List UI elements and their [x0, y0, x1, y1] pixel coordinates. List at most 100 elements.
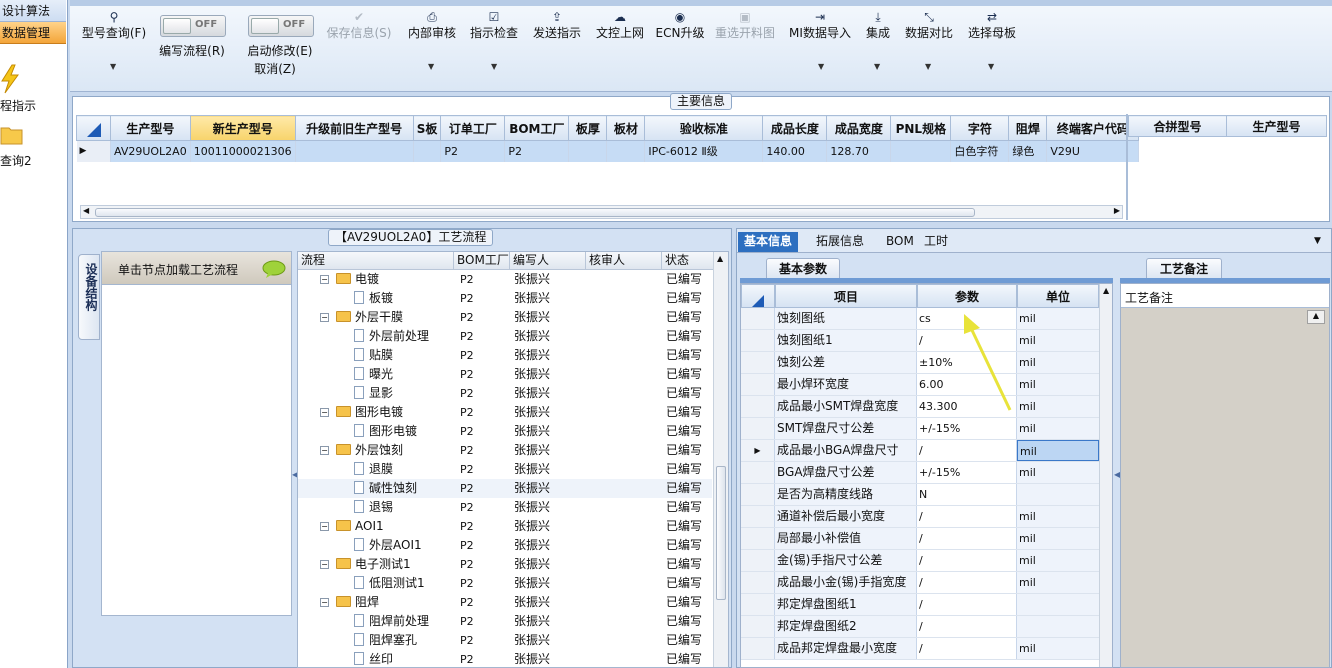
tab-bom[interactable]: BOM — [880, 232, 920, 252]
send-instruction-button[interactable]: ⇪ 发送指示 — [530, 10, 584, 41]
table-cell[interactable] — [568, 140, 608, 162]
table-row[interactable]: 成品最小金(锡)手指宽度 / mil — [741, 572, 1101, 594]
tree-node[interactable]: 图形电镀 — [354, 422, 417, 441]
collapse-toggle[interactable]: − — [320, 560, 329, 569]
param-unit[interactable]: mil — [1017, 418, 1099, 439]
scroll-thumb[interactable] — [716, 466, 726, 600]
chevron-down-icon[interactable]: ▼ — [491, 62, 497, 71]
param-unit[interactable]: mil — [1017, 396, 1099, 417]
row-selector[interactable] — [741, 352, 775, 373]
list-item[interactable]: 退锡 P2 张振兴 已编写 — [298, 498, 712, 517]
table-cell[interactable]: IPC-6012 Ⅱ级 — [644, 140, 764, 162]
memo-scrollbar[interactable]: ▲ — [1307, 310, 1325, 324]
param-value[interactable]: +/-15% — [917, 418, 1017, 439]
col-header[interactable]: 升级前旧生产型号 — [294, 115, 414, 141]
param-value[interactable]: / — [917, 572, 1017, 593]
col-header[interactable]: 流程 — [298, 252, 454, 270]
tree-node[interactable]: 外层前处理 — [354, 327, 429, 346]
row-selector[interactable] — [741, 572, 775, 593]
row-selector[interactable] — [741, 374, 775, 395]
table-row[interactable]: 成品邦定焊盘最小宽度 / mil — [741, 638, 1101, 660]
list-item[interactable]: − 图形电镀 P2 张振兴 已编写 — [298, 403, 712, 422]
edit-flow-toggle[interactable]: OFF — [160, 15, 226, 37]
select-mother-board-button[interactable]: ⇄ 选择母板 — [964, 10, 1020, 41]
param-value[interactable]: N — [917, 484, 1017, 505]
param-value[interactable]: / — [917, 506, 1017, 527]
table-row[interactable]: 邦定焊盘图纸2/ — [741, 616, 1101, 638]
col-header[interactable]: 订单工厂 — [440, 115, 506, 141]
param-value[interactable]: +/-15% — [917, 462, 1017, 483]
list-item[interactable]: − 外层干膜 P2 张振兴 已编写 — [298, 308, 712, 327]
list-item[interactable]: 阻焊塞孔 P2 张振兴 已编写 — [298, 631, 712, 650]
table-cell[interactable]: 128.70 — [826, 140, 892, 162]
col-header[interactable]: 字符 — [950, 115, 1010, 141]
tree-node[interactable]: 外层蚀刻 — [336, 441, 403, 460]
tree-node[interactable]: 贴膜 — [354, 346, 393, 365]
col-header[interactable]: PNL规格 — [890, 115, 952, 141]
list-item[interactable]: 图形电镀 P2 张振兴 已编写 — [298, 422, 712, 441]
table-row[interactable]: 局部最小补偿值 / mil — [741, 528, 1101, 550]
row-selector[interactable] — [741, 638, 775, 659]
equipment-structure-tab[interactable]: 设备结构 — [78, 254, 100, 340]
table-cell[interactable]: 白色字符 — [950, 140, 1010, 162]
chevron-down-icon[interactable]: ▼ — [988, 62, 994, 71]
tree-node[interactable]: 板镀 — [354, 289, 393, 308]
tree-node[interactable]: AOI1 — [336, 517, 384, 536]
table-row[interactable]: 金(锡)手指尺寸公差 / mil — [741, 550, 1101, 572]
table-row[interactable]: ▶ 成品最小BGA焊盘尺寸 / mil — [741, 440, 1101, 462]
param-unit[interactable]: mil — [1017, 352, 1099, 373]
table-row[interactable]: 是否为高精度线路 N — [741, 484, 1101, 506]
chevron-down-icon[interactable]: ▼ — [874, 62, 880, 71]
row-selector[interactable] — [741, 396, 775, 417]
tree-node[interactable]: 外层AOI1 — [354, 536, 422, 555]
table-row[interactable]: SMT焊盘尺寸公差 +/-15% mil — [741, 418, 1101, 440]
instruction-check-button[interactable]: ☑ 指示检查 — [468, 10, 520, 41]
param-unit[interactable] — [1017, 594, 1099, 615]
tree-node[interactable]: 丝印 — [354, 650, 393, 667]
table-cell[interactable]: P2 — [504, 140, 570, 162]
table-cell[interactable] — [890, 140, 952, 162]
table-row[interactable]: 蚀刻公差 ±10% mil — [741, 352, 1101, 374]
internal-review-button[interactable]: ⎙ 内部审核 — [404, 10, 460, 41]
list-item[interactable]: − 外层蚀刻 P2 张振兴 已编写 — [298, 441, 712, 460]
nav-data-management[interactable]: 数据管理 — [0, 22, 66, 44]
collapse-toggle[interactable]: − — [320, 446, 329, 455]
param-unit[interactable]: mil — [1017, 440, 1099, 461]
tree-node[interactable]: 碱性蚀刻 — [354, 479, 417, 498]
collapse-toggle[interactable]: − — [320, 313, 329, 322]
list-item[interactable]: 外层AOI1 P2 张振兴 已编写 — [298, 536, 712, 555]
table-row[interactable]: 蚀刻图纸1/mil — [741, 330, 1101, 352]
col-header[interactable]: 成品宽度 — [826, 115, 892, 141]
param-unit[interactable]: mil — [1017, 462, 1099, 483]
param-value[interactable]: / — [917, 528, 1017, 549]
doc-control-online-button[interactable]: ☁ 文控上网 — [592, 10, 648, 41]
col-header[interactable]: S板 — [412, 115, 442, 141]
nav-design-algorithm[interactable]: 设计算法 — [0, 0, 66, 22]
col-header[interactable]: 新生产型号 — [189, 115, 296, 141]
horizontal-scrollbar[interactable]: ◀ ▶ — [80, 205, 1123, 219]
flow-vertical-scrollbar[interactable]: ▲ — [713, 252, 728, 667]
param-value[interactable]: / — [917, 440, 1017, 461]
table-row[interactable]: BGA焊盘尺寸公差 +/-15% mil — [741, 462, 1101, 484]
col-header[interactable]: 合拼型号 — [1128, 115, 1227, 137]
col-header[interactable]: 板厚 — [568, 115, 608, 141]
param-unit[interactable]: mil — [1017, 330, 1099, 351]
collapse-toggle[interactable]: − — [320, 408, 329, 417]
row-selector[interactable] — [741, 594, 775, 615]
tree-node[interactable]: 电子测试1 — [336, 555, 411, 574]
save-info-button[interactable]: ✔ 保存信息(S) — [324, 10, 394, 41]
table-cell[interactable] — [413, 140, 442, 162]
table-row[interactable]: 蚀刻图纸 cs mil — [741, 308, 1101, 330]
row-selector[interactable]: ▶ — [741, 440, 775, 461]
list-item[interactable]: 丝印 P2 张振兴 已编写 — [298, 650, 712, 667]
row-selector[interactable] — [741, 418, 775, 439]
scroll-left-icon[interactable]: ◀ — [83, 206, 89, 215]
collapse-toggle[interactable]: − — [320, 522, 329, 531]
params-vertical-scrollbar[interactable]: ▲ — [1099, 284, 1112, 667]
tree-node[interactable]: 阻焊前处理 — [354, 612, 429, 631]
col-header[interactable]: 生产型号 — [1226, 115, 1327, 137]
table-row[interactable]: 通道补偿后最小宽度 / mil — [741, 506, 1101, 528]
table-row[interactable]: ▶ AV29UOL2A0 10011000021306 P2 P2 IPC-60… — [76, 140, 1140, 162]
row-selector[interactable] — [741, 330, 775, 351]
process-memo-panel[interactable]: 工艺备注 ▲ — [1120, 283, 1330, 668]
